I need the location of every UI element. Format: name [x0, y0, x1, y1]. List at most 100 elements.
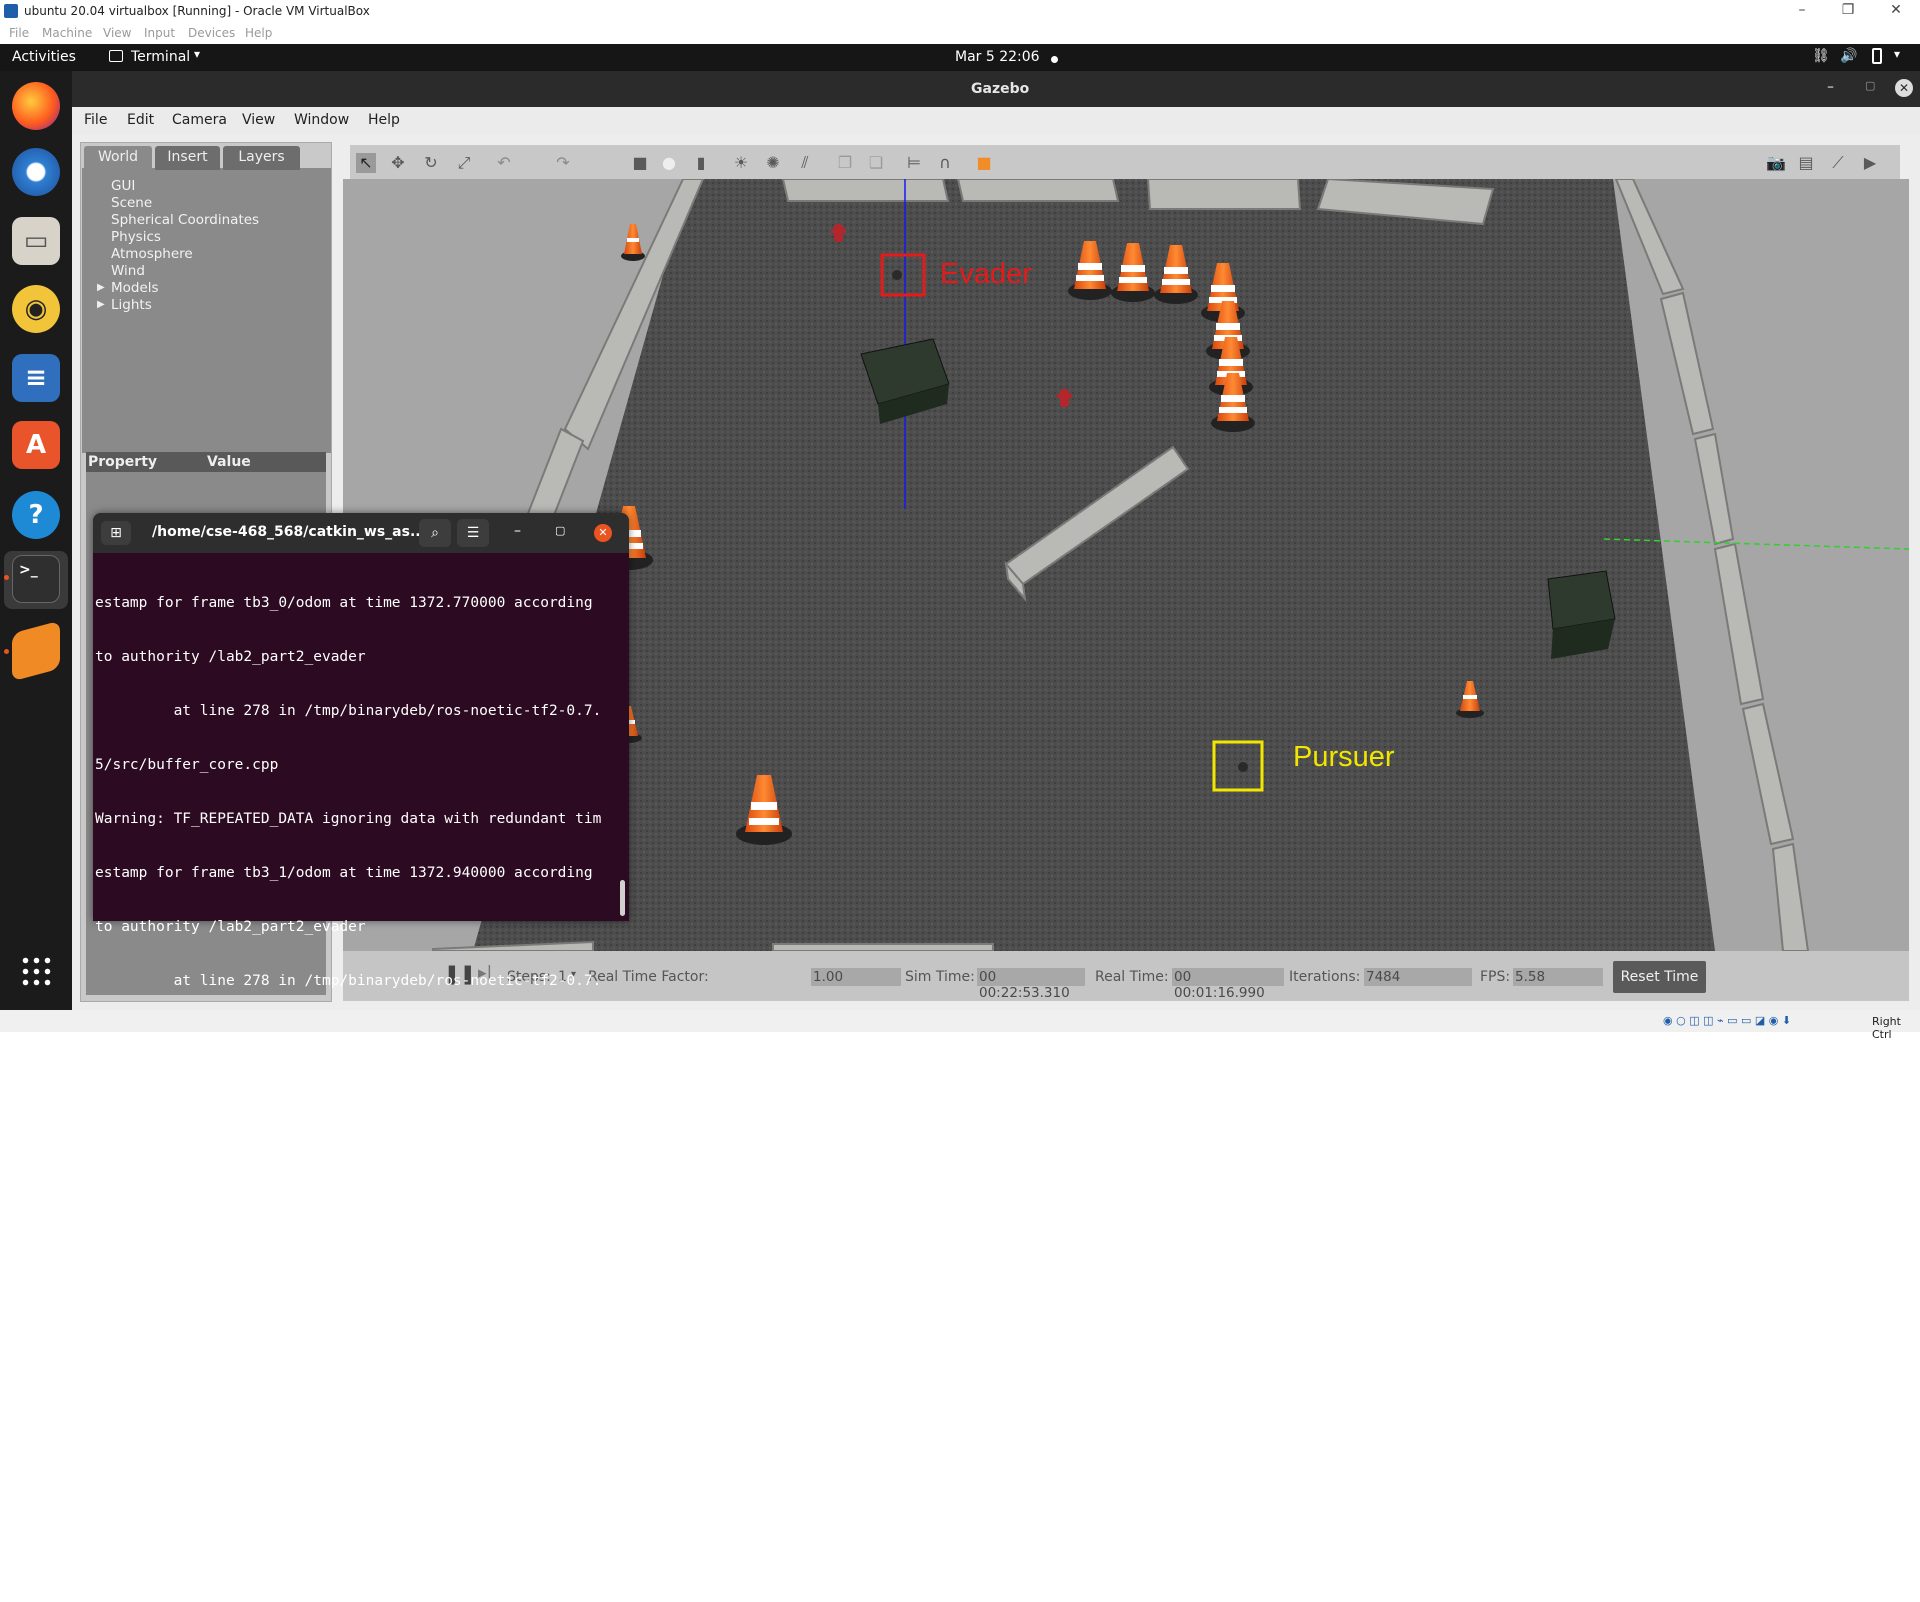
change-view-icon[interactable]: ■ — [974, 153, 994, 173]
sim-time-field: 00 00:22:53.310 — [977, 968, 1085, 1001]
dock: ▭ ◉ ≡ A ? >_ — [0, 71, 72, 1010]
sphere-shape-icon[interactable]: ● — [659, 153, 679, 173]
running-indicator — [4, 649, 9, 654]
tree-item-models[interactable]: Models — [111, 280, 159, 296]
gz-menu-file[interactable]: File — [84, 112, 107, 128]
terminal-line: 5/src/buffer_core.cpp — [95, 1297, 279, 1313]
vb-menu-devices[interactable]: Devices — [188, 26, 235, 40]
gz-menu-camera[interactable]: Camera — [172, 112, 227, 128]
tree-item-gui[interactable]: GUI — [111, 178, 135, 194]
vb-menu-view[interactable]: View — [103, 26, 131, 40]
software-icon[interactable]: A — [12, 421, 60, 469]
tab-layers[interactable]: Layers — [223, 146, 300, 170]
copy-icon[interactable]: ❐ — [835, 153, 855, 173]
vb-menu-machine[interactable]: Machine — [42, 26, 92, 40]
thunderbird-icon[interactable] — [12, 148, 60, 196]
gz-menu-help[interactable]: Help — [368, 112, 400, 128]
reset-time-button[interactable]: Reset Time — [1613, 961, 1706, 993]
blender-icon[interactable] — [12, 620, 60, 682]
battery-icon[interactable] — [1872, 48, 1882, 64]
plot-icon[interactable]: ⟋ — [1828, 153, 1848, 173]
term-minimize-icon[interactable]: – — [514, 523, 521, 539]
terminal-line: 5/src/buffer_core.cpp — [95, 1567, 279, 1583]
hamburger-menu-icon[interactable]: ☰ — [457, 519, 489, 547]
rhythmbox-icon[interactable]: ◉ — [12, 285, 60, 333]
files-icon[interactable]: ▭ — [12, 217, 60, 265]
restore-icon[interactable]: ❐ — [1828, 2, 1868, 18]
terminal-line: 5/src/buffer_core.cpp — [95, 757, 279, 773]
point-light-icon[interactable]: ☀ — [731, 153, 751, 173]
help-icon[interactable]: ? — [12, 491, 60, 539]
cylinder-shape-icon[interactable]: ▮ — [691, 153, 711, 173]
firefox-icon[interactable] — [12, 82, 60, 130]
gz-close-icon[interactable]: ✕ — [1895, 79, 1913, 97]
expand-lights-icon[interactable]: ▶ — [97, 299, 105, 310]
terminal-output[interactable]: estamp for frame tb3_0/odom at time 1372… — [95, 558, 625, 1583]
gazebo-titlebar: Gazebo – ▢ ✕ — [72, 71, 1920, 107]
tree-item-wind[interactable]: Wind — [111, 263, 145, 279]
terminal-headerbar: ⊞ /home/cse-468_568/catkin_ws_as... ⌕ ☰ … — [93, 513, 629, 553]
terminal-line: Warning: TF_REPEATED_DATA ignoring data … — [95, 1081, 602, 1097]
gazebo-toolbar: ↖ ✥ ↻ ⤢ ↶ ↷ ■ ● ▮ ☀ ✺ ⫽ ❐ ❏ ⊨ ∩ ■ 📷 ▤ ⟋ … — [350, 145, 1900, 179]
activities-button[interactable]: Activities — [12, 49, 76, 65]
app-menu-terminal[interactable]: Terminal — [131, 49, 190, 65]
vb-menu-input[interactable]: Input — [144, 26, 175, 40]
log-icon[interactable]: ▤ — [1796, 153, 1816, 173]
value-col: Value — [207, 454, 251, 470]
paste-icon[interactable]: ❏ — [866, 153, 886, 173]
rotate-mode-icon[interactable]: ↻ — [421, 153, 441, 173]
directional-light-icon[interactable]: ⫽ — [795, 153, 815, 173]
gz-menu-view[interactable]: View — [242, 112, 275, 128]
gz-menu-window[interactable]: Window — [294, 112, 349, 128]
select-mode-icon[interactable]: ↖ — [356, 153, 376, 173]
vb-device-icons[interactable]: ◉ ○ ◫ ◫ ⌁ ▭ ▭ ◪ ◉ ⬇ — [1663, 1014, 1791, 1027]
tree-item-spherical-coordinates[interactable]: Spherical Coordinates — [111, 212, 259, 228]
real-time-field: 00 00:01:16.990 — [1172, 968, 1284, 1001]
tree-item-scene[interactable]: Scene — [111, 195, 152, 211]
vb-menu-help[interactable]: Help — [245, 26, 272, 40]
terminal-line: at line 278 in /tmp/binarydeb/ros-noetic… — [95, 1243, 602, 1259]
terminal-line: to authority /lab2_part2_evader — [95, 649, 366, 665]
terminal-title: /home/cse-468_568/catkin_ws_as... — [152, 524, 426, 540]
tab-insert[interactable]: Insert — [155, 146, 220, 170]
snap-icon[interactable]: ∩ — [935, 153, 955, 173]
term-maximize-icon[interactable]: ▢ — [555, 524, 565, 537]
gz-minimize-icon[interactable]: – — [1827, 79, 1834, 95]
system-menu-chevron-icon[interactable]: ▾ — [1894, 47, 1900, 61]
terminal-scrollbar[interactable] — [620, 880, 625, 916]
gz-menu-edit[interactable]: Edit — [127, 112, 154, 128]
chevron-down-icon[interactable]: ▾ — [194, 47, 200, 61]
translate-mode-icon[interactable]: ✥ — [388, 153, 408, 173]
redo-icon[interactable]: ↷ — [553, 153, 573, 173]
tree-item-atmosphere[interactable]: Atmosphere — [111, 246, 193, 262]
record-video-icon[interactable]: ▶ — [1860, 153, 1880, 173]
box-shape-icon[interactable]: ■ — [630, 153, 650, 173]
search-icon[interactable]: ⌕ — [419, 519, 451, 547]
align-icon[interactable]: ⊨ — [904, 153, 924, 173]
gz-maximize-icon[interactable]: ▢ — [1865, 79, 1875, 92]
terminal-line: at line 278 in /tmp/binarydeb/ros-noetic… — [95, 973, 602, 989]
network-icon[interactable]: ⛓ — [1812, 48, 1830, 64]
screenshot-icon[interactable]: 📷 — [1766, 153, 1786, 173]
expand-models-icon[interactable]: ▶ — [97, 282, 105, 293]
tree-item-lights[interactable]: Lights — [111, 297, 152, 313]
speaker-icon[interactable]: 🔊 — [1840, 48, 1857, 64]
minimize-icon[interactable]: – — [1782, 2, 1822, 18]
apps-grid-icon[interactable] — [20, 955, 52, 987]
undo-icon[interactable]: ↶ — [494, 153, 514, 173]
running-indicator — [4, 575, 9, 580]
new-tab-icon[interactable]: ⊞ — [101, 521, 131, 545]
property-header: Property Value — [86, 452, 326, 472]
tree-item-physics[interactable]: Physics — [111, 229, 161, 245]
vb-menu-file[interactable]: File — [9, 26, 29, 40]
close-icon[interactable]: ✕ — [1876, 2, 1916, 18]
tab-world[interactable]: World — [84, 146, 152, 170]
scale-mode-icon[interactable]: ⤢ — [454, 153, 474, 173]
window-title: ubuntu 20.04 virtualbox [Running] - Orac… — [24, 4, 370, 18]
terminal-icon[interactable]: >_ — [12, 555, 60, 603]
spot-light-icon[interactable]: ✺ — [763, 153, 783, 173]
writer-icon[interactable]: ≡ — [12, 354, 60, 402]
fps-label: FPS: — [1480, 969, 1511, 985]
term-close-icon[interactable]: ✕ — [594, 524, 612, 542]
clock[interactable]: Mar 5 22:06 — [955, 49, 1040, 65]
